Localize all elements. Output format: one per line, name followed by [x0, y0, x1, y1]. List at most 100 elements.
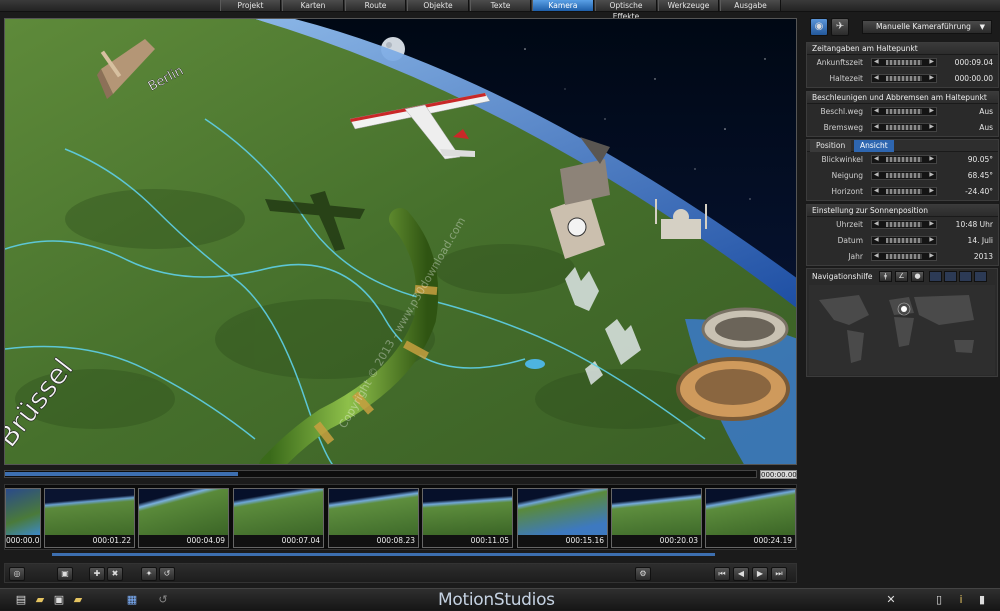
- section-title: Einstellung zur Sonnenposition: [807, 205, 998, 217]
- param-value: Aus: [979, 107, 993, 116]
- manual-icon[interactable]: ▯: [932, 593, 946, 607]
- tab-kamera[interactable]: Kamera: [532, 0, 594, 11]
- keyframe-time: 000:01.22: [45, 535, 134, 547]
- tab-werkzeuge[interactable]: Werkzeuge: [658, 0, 719, 11]
- param-label: Haltezeit: [829, 74, 863, 83]
- section-title: Beschleunigen und Abbremsen am Haltepunk…: [807, 92, 998, 104]
- camera-reset-icon[interactable]: ↺: [159, 567, 175, 581]
- exit-icon[interactable]: ▮: [975, 593, 989, 607]
- tab-optische-effekte[interactable]: Optische Effekte: [595, 0, 657, 21]
- keyframe-time: 000:04.09: [139, 535, 228, 547]
- param-value: -24.40°: [965, 187, 993, 196]
- step-back-icon[interactable]: ◀: [733, 567, 749, 581]
- keyframe-thumbnail[interactable]: 000:20.03: [611, 488, 702, 548]
- keyframe-thumbnail[interactable]: 000:24.19: [705, 488, 796, 548]
- camera-remove-icon[interactable]: ✖: [107, 567, 123, 581]
- zoom-detail-icon[interactable]: [974, 271, 987, 282]
- camera-icon[interactable]: ▣: [57, 567, 73, 581]
- param-value: 000:00.00: [954, 74, 993, 83]
- skip-start-icon[interactable]: ⏮: [714, 567, 730, 581]
- section-halte: Zeitangaben am Haltepunkt Ankunftszeit ◀…: [806, 42, 999, 88]
- timecode-display: 000:00.00: [760, 470, 797, 479]
- camera-add-icon[interactable]: ✚: [89, 567, 105, 581]
- param-value: 90.05°: [967, 155, 993, 164]
- new-file-icon[interactable]: ▤: [14, 593, 28, 607]
- param-label: Horizont: [831, 187, 863, 196]
- playback-toolbar: ◎ ▣ ✚ ✖ ✦ ↺ ⚙ ⏮ ◀ ▶ ⏭: [4, 563, 797, 583]
- tab-route[interactable]: Route: [345, 0, 406, 11]
- camera-mode-value: Manuelle Kameraführung: [876, 22, 971, 31]
- skip-end-icon[interactable]: ⏭: [771, 567, 787, 581]
- chevron-down-icon: ▼: [979, 23, 985, 31]
- keyframe-filmstrip: 000:00.00 000:01.22 000:04.09 000:07.04 …: [4, 484, 797, 550]
- angle-icon[interactable]: ∠: [895, 271, 908, 282]
- time-of-day-slider[interactable]: ◀ ▶: [871, 220, 937, 229]
- keyframe-thumbnail[interactable]: 000:08.23: [328, 488, 419, 548]
- param-label: Uhrzeit: [836, 220, 863, 229]
- keyframe-thumbnail[interactable]: 000:04.09: [138, 488, 229, 548]
- tools-icon[interactable]: ✕: [884, 593, 898, 607]
- param-label: Beschl.weg: [820, 107, 863, 116]
- tilt-slider[interactable]: ◀ ▶: [871, 171, 937, 180]
- section-view: Position Ansicht Blickwinkel ◀ ▶ 90.05° N…: [806, 139, 999, 201]
- keyframe-time: 000:07.04: [234, 535, 323, 547]
- timeline-progress: [5, 472, 238, 476]
- zoom-world-icon[interactable]: [929, 271, 942, 282]
- keyframe-thumbnail[interactable]: 000:11.05: [422, 488, 513, 548]
- open-folder-icon[interactable]: ▰: [33, 593, 47, 607]
- param-value: 000:09.04: [954, 58, 993, 67]
- horizon-slider[interactable]: ◀ ▶: [871, 187, 937, 196]
- navigation-help: Navigationshilfe ǂ ∠ ●: [806, 268, 998, 377]
- camera-follow-icon[interactable]: ✈: [831, 18, 849, 36]
- section-sun: Einstellung zur Sonnenposition Uhrzeit ◀…: [806, 204, 999, 266]
- camera-mode-icon[interactable]: ◉: [810, 18, 828, 36]
- info-icon[interactable]: i: [954, 593, 968, 607]
- tab-position[interactable]: Position: [810, 140, 852, 152]
- undo-icon[interactable]: ↺: [156, 593, 170, 607]
- screenshot-icon[interactable]: ▦: [125, 593, 139, 607]
- timeline-scrubber[interactable]: [4, 470, 757, 478]
- date-slider[interactable]: ◀ ▶: [871, 236, 937, 245]
- param-label: Bremsweg: [823, 123, 863, 132]
- tab-ausgabe[interactable]: Ausgabe: [720, 0, 781, 11]
- main-menu-bar: Projekt Karten Route Objekte Texte Kamer…: [0, 0, 1000, 21]
- tab-karten[interactable]: Karten: [282, 0, 344, 11]
- filmstrip-scrollbar[interactable]: [52, 553, 715, 556]
- camera-settings-icon[interactable]: ✦: [141, 567, 157, 581]
- view-angle-slider[interactable]: ◀ ▶: [871, 155, 937, 164]
- zoom-region-icon[interactable]: [944, 271, 957, 282]
- gear-icon[interactable]: ⚙: [635, 567, 651, 581]
- param-value: Aus: [979, 123, 993, 132]
- tab-ansicht[interactable]: Ansicht: [854, 140, 894, 152]
- tab-objekte[interactable]: Objekte: [407, 0, 469, 11]
- param-label: Datum: [837, 236, 863, 245]
- keyframe-time: 000:15.16: [518, 535, 607, 547]
- keyframe-time: 000:08.23: [329, 535, 418, 547]
- save-icon[interactable]: ▣: [52, 593, 66, 607]
- export-folder-icon[interactable]: ▰: [71, 593, 85, 607]
- thermometer-icon[interactable]: ǂ: [879, 271, 892, 282]
- 3d-map-viewport[interactable]: Berlin Brüssel Copyright © 2013 - www.p3…: [4, 18, 797, 465]
- braking-slider[interactable]: ◀ ▶: [871, 123, 937, 132]
- section-title: Zeitangaben am Haltepunkt: [807, 43, 998, 55]
- step-forward-icon[interactable]: ▶: [752, 567, 768, 581]
- keyframe-thumbnail[interactable]: 000:15.16: [517, 488, 608, 548]
- keyframe-thumbnail[interactable]: 000:00.00: [5, 488, 41, 548]
- arrival-time-slider[interactable]: ◀ ▶: [871, 58, 937, 67]
- globe-icon[interactable]: ●: [911, 271, 924, 282]
- acceleration-slider[interactable]: ◀ ▶: [871, 107, 937, 116]
- tab-texte[interactable]: Texte: [470, 0, 531, 11]
- keyframe-thumbnail[interactable]: 000:01.22: [44, 488, 135, 548]
- world-minimap[interactable]: [809, 285, 995, 375]
- camera-mode-dropdown[interactable]: Manuelle Kameraführung ▼: [862, 20, 992, 34]
- param-label: Ankunftszeit: [816, 58, 863, 67]
- tab-projekt[interactable]: Projekt: [220, 0, 281, 11]
- year-slider[interactable]: ◀ ▶: [871, 252, 937, 261]
- param-value: 14. Juli: [967, 236, 993, 245]
- zoom-local-icon[interactable]: [959, 271, 972, 282]
- target-icon[interactable]: ◎: [9, 567, 25, 581]
- hold-time-slider[interactable]: ◀ ▶: [871, 74, 937, 83]
- param-label: Jahr: [848, 252, 863, 261]
- keyframe-thumbnail[interactable]: 000:07.04: [233, 488, 324, 548]
- param-label: Neigung: [831, 171, 863, 180]
